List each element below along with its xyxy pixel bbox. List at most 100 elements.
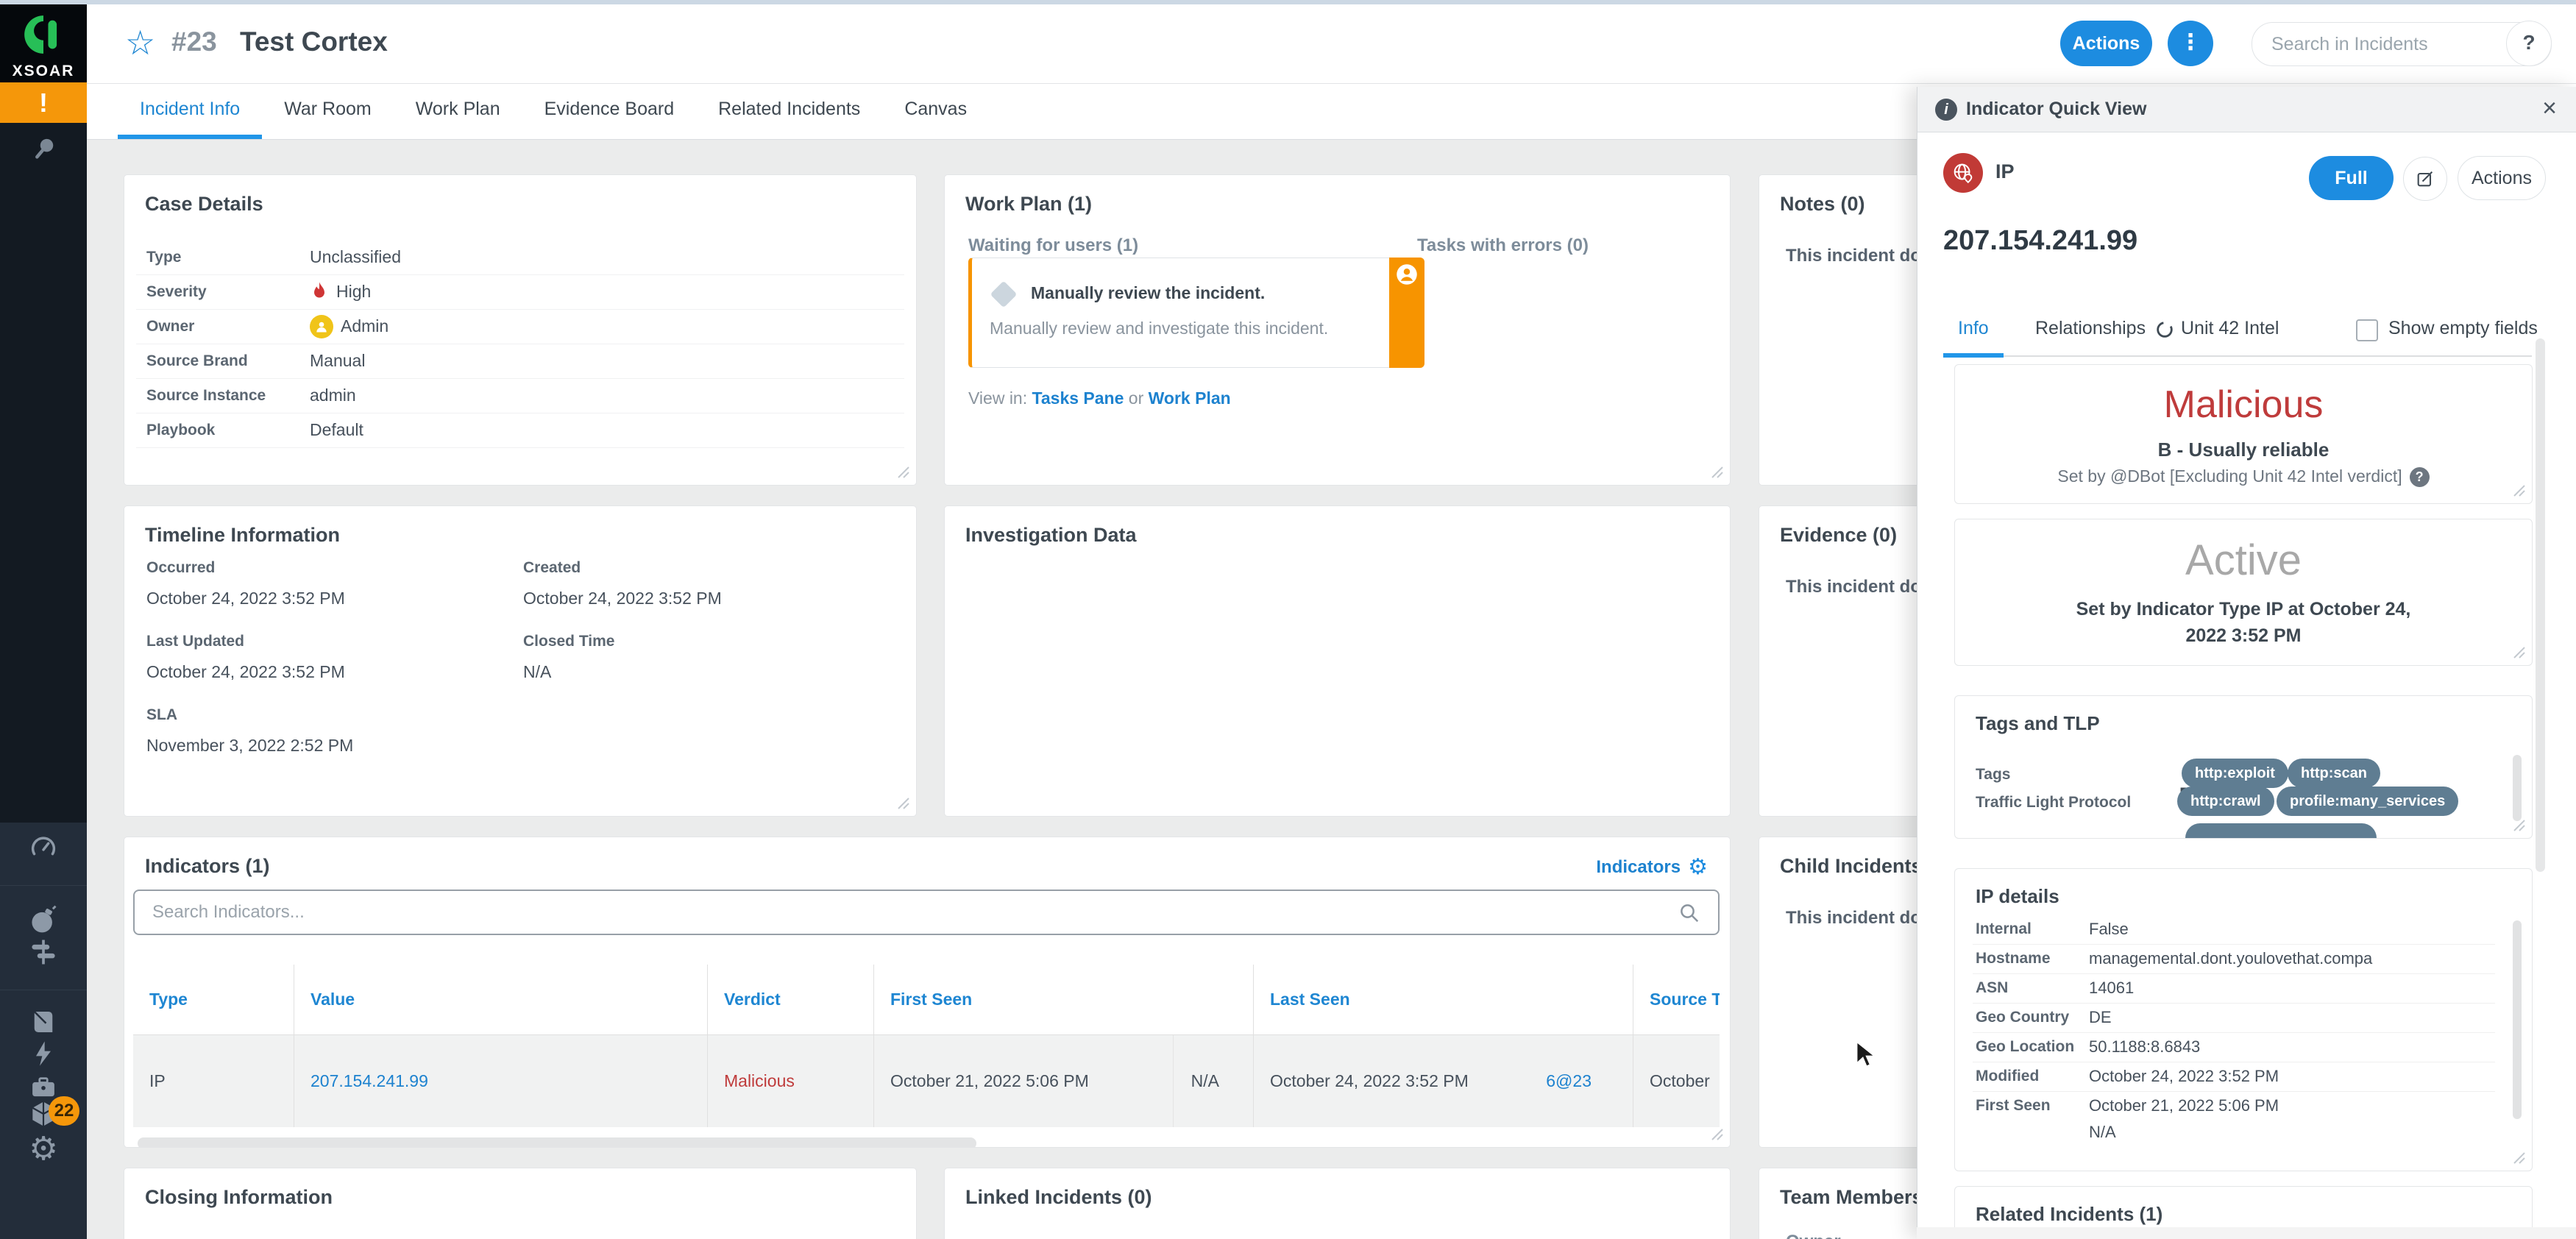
panel-title: Case Details xyxy=(145,193,263,215)
column-header[interactable]: Type xyxy=(133,965,294,1034)
detail-value: 50.1188:8.6843 xyxy=(2089,1037,2201,1056)
quick-view-scrollbar[interactable] xyxy=(2536,338,2545,872)
tag-chip[interactable]: http:exploit xyxy=(2182,759,2288,788)
resize-handle[interactable] xyxy=(894,463,910,479)
actions-button[interactable]: Actions xyxy=(2060,21,2152,66)
details-scrollbar[interactable] xyxy=(2513,920,2522,1119)
indicators-gear-icon[interactable]: ⚙ xyxy=(1688,856,1708,878)
resize-handle[interactable] xyxy=(1708,1125,1724,1141)
playbooks-book-icon[interactable] xyxy=(28,1007,59,1041)
sidebar-item-home[interactable]: XSOAR xyxy=(0,4,87,82)
mouse-cursor xyxy=(1856,1040,1878,1068)
sidebar-item-active-incident[interactable]: ! xyxy=(0,82,87,123)
column-header[interactable]: Last Seen xyxy=(1254,965,1633,1034)
column-header[interactable]: Value xyxy=(294,965,708,1034)
indicator-actions-button[interactable]: Actions xyxy=(2458,156,2546,200)
field-value: Manual xyxy=(310,351,366,370)
table-row[interactable]: IP 207.154.241.99 Malicious October 21, … xyxy=(133,1035,1720,1127)
resize-handle[interactable] xyxy=(1708,463,1724,479)
resize-handle[interactable] xyxy=(2510,816,2526,832)
tab-incident-info[interactable]: Incident Info xyxy=(118,84,263,139)
severity-value: High xyxy=(310,274,371,309)
waiting-for-users-label: Waiting for users (1) xyxy=(968,235,1139,255)
edit-button[interactable] xyxy=(2403,157,2447,201)
column-header[interactable]: First Seen xyxy=(874,965,1254,1034)
tab-canvas[interactable]: Canvas xyxy=(882,84,989,139)
detail-value: October 24, 2022 3:52 PM xyxy=(2089,1067,2279,1085)
horizontal-scrollbar[interactable] xyxy=(138,1137,976,1147)
settings-gear-icon[interactable]: ⚙ xyxy=(29,1130,57,1168)
dashboard-gauge-icon[interactable] xyxy=(26,831,60,869)
show-empty-fields-checkbox[interactable] xyxy=(2356,319,2378,341)
field-label: Occurred xyxy=(146,559,216,576)
indicators-link[interactable]: Indicators xyxy=(1596,857,1681,878)
indicator-value-link[interactable]: 207.154.241.99 xyxy=(311,1071,428,1091)
panel-title: Child Incidents ( xyxy=(1780,855,1935,877)
xsoar-logo-icon xyxy=(24,15,57,54)
case-details-panel: Case Details Type Unclassified Severity H… xyxy=(124,174,917,486)
tags-scrollbar[interactable] xyxy=(2513,755,2522,821)
indicator-value-cell: 207.154.241.99 xyxy=(294,1035,708,1127)
tab-related-incidents[interactable]: Related Incidents xyxy=(696,84,882,139)
tab-work-plan[interactable]: Work Plan xyxy=(394,84,522,139)
panel-title: Indicators (1) xyxy=(145,855,270,877)
search-icon xyxy=(1681,904,1699,923)
incidents-bomb-icon[interactable] xyxy=(27,903,60,940)
show-empty-fields-label[interactable]: Show empty fields xyxy=(2388,318,2538,339)
panel-title: Investigation Data xyxy=(965,524,1137,546)
tags-tlp-card: Tags and TLP Tags Traffic Light Protocol… xyxy=(1954,695,2533,839)
tab-evidence-board[interactable]: Evidence Board xyxy=(522,84,697,139)
full-view-button[interactable]: Full xyxy=(2309,156,2394,200)
first-seen-cell: October 21, 2022 5:06 PM N/A xyxy=(874,1035,1254,1127)
alert-icon: ! xyxy=(39,88,48,118)
quick-view-tabs: Info Relationships Unit 42 Intel Show em… xyxy=(1917,309,2576,358)
waiting-task-card[interactable]: Manually review the incident. Manually r… xyxy=(968,258,1424,368)
panel-title: Work Plan (1) xyxy=(965,193,1093,215)
quick-view-title: Indicator Quick View xyxy=(1966,99,2147,119)
investigation-data-panel: Investigation Data xyxy=(944,505,1731,817)
tab-relationships[interactable]: Relationships xyxy=(2035,318,2146,339)
tabs-divider xyxy=(1943,355,2532,357)
panel-title: Timeline Information xyxy=(145,524,341,546)
kebab-menu-button[interactable]: ⋮ xyxy=(2168,21,2213,66)
incident-id: #23 xyxy=(171,26,217,57)
resize-handle[interactable] xyxy=(2510,1149,2526,1165)
tag-chip[interactable]: profile:many_services xyxy=(2277,787,2459,816)
indicator-value: 207.154.241.99 xyxy=(1943,225,2138,256)
tags-label: Tags xyxy=(1976,766,2011,783)
info-icon: i xyxy=(1935,99,1957,121)
quick-view-header: i Indicator Quick View × xyxy=(1917,87,2576,132)
field-label: Playbook xyxy=(146,422,216,439)
field-label: Owner xyxy=(146,318,195,335)
tab-unit42-intel[interactable]: Unit 42 Intel xyxy=(2181,318,2279,339)
linked-incidents-panel: Linked Incidents (0) This incident isn't… xyxy=(944,1168,1731,1239)
tag-chip[interactable]: http:crawl xyxy=(2177,787,2274,816)
indicators-table: Type Value Verdict First Seen Last Seen … xyxy=(133,965,1720,1127)
indicator-quick-view-panel: i Indicator Quick View × IP Full Actions… xyxy=(1917,87,2576,1239)
tag-chip[interactable]: http:scan xyxy=(2288,759,2380,788)
work-plan-link[interactable]: Work Plan xyxy=(1149,388,1231,408)
tag-chip[interactable] xyxy=(2185,823,2377,838)
field-value: October 24, 2022 3:52 PM xyxy=(146,662,345,681)
help-icon[interactable]: ? xyxy=(2409,467,2430,488)
related-count-link[interactable]: 6@23 xyxy=(1546,1071,1633,1091)
tab-info[interactable]: Info xyxy=(1958,318,1989,339)
resize-handle[interactable] xyxy=(2510,643,2526,659)
help-button[interactable]: ? xyxy=(2506,21,2552,66)
resize-handle[interactable] xyxy=(894,794,910,810)
tasks-pane-link[interactable]: Tasks Pane xyxy=(1032,388,1124,408)
detail-value: N/A xyxy=(2089,1123,2116,1141)
close-icon[interactable]: × xyxy=(2542,94,2557,123)
signpost-icon[interactable] xyxy=(27,936,60,972)
pin-icon[interactable] xyxy=(28,134,59,168)
resize-handle[interactable] xyxy=(2510,481,2526,497)
active-tab-underline xyxy=(1943,353,2004,358)
indicators-search-input[interactable] xyxy=(133,890,1720,935)
column-header[interactable]: Verdict xyxy=(708,965,874,1034)
favorite-star-icon[interactable]: ☆ xyxy=(125,21,155,65)
field-value: October 24, 2022 3:52 PM xyxy=(523,589,722,608)
automation-lightning-icon[interactable] xyxy=(29,1039,58,1072)
column-header[interactable]: Source Ti xyxy=(1633,965,1720,1034)
tab-war-room[interactable]: War Room xyxy=(262,84,394,139)
panel-title: Team Members ( xyxy=(1780,1186,1936,1208)
